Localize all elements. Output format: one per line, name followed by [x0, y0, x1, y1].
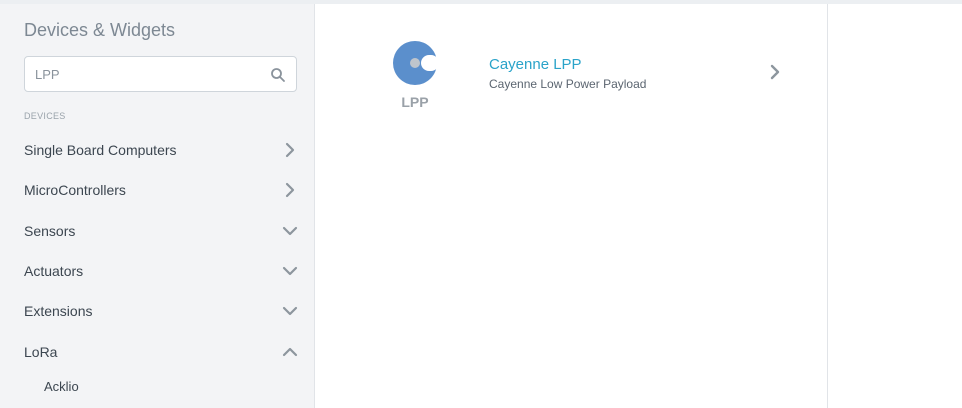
sidebar-item-label: Extensions: [24, 303, 93, 319]
sidebar-title: Devices & Widgets: [24, 20, 176, 40]
cayenne-logo-icon: LPP: [393, 41, 439, 110]
sidebar-item-label: MicroControllers: [24, 182, 126, 198]
sidebar-item-label: Sensors: [24, 223, 76, 239]
sidebar: Devices & Widgets DEVICES Single Board C…: [0, 4, 315, 408]
search-box[interactable]: [24, 56, 297, 92]
result-title[interactable]: Cayenne LPP: [489, 56, 582, 73]
sidebar-item-extensions[interactable]: Extensions: [0, 291, 314, 331]
sidebar-subitem-label: Acklio: [44, 379, 79, 394]
chevron-down-icon: [282, 266, 298, 276]
sidebar-item-lora[interactable]: LoRa: [0, 332, 314, 372]
chevron-right-icon: [285, 142, 295, 158]
sidebar-item-single-board-computers[interactable]: Single Board Computers: [0, 130, 314, 170]
sidebar-item-actuators[interactable]: Actuators: [0, 251, 314, 291]
sidebar-item-sensors[interactable]: Sensors: [0, 211, 314, 251]
logo-text: LPP: [401, 94, 428, 110]
sidebar-item-label: Single Board Computers: [24, 142, 177, 158]
sidebar-item-microcontrollers[interactable]: MicroControllers: [0, 170, 314, 210]
result-item-cayenne-lpp[interactable]: LPP Cayenne LPP Cayenne Low Power Payloa…: [385, 36, 795, 116]
chevron-up-icon: [282, 347, 298, 357]
chevron-right-icon: [285, 182, 295, 198]
search-icon[interactable]: [270, 67, 286, 83]
sidebar-item-label: LoRa: [24, 344, 58, 360]
results-panel: LPP Cayenne LPP Cayenne Low Power Payloa…: [315, 4, 828, 408]
search-input[interactable]: [35, 65, 255, 83]
sidebar-item-label: Actuators: [24, 263, 84, 279]
result-subtitle: Cayenne Low Power Payload: [489, 77, 647, 91]
chevron-down-icon: [282, 306, 298, 316]
chevron-down-icon: [282, 226, 298, 236]
devices-section-label: DEVICES: [24, 111, 66, 121]
chevron-right-icon[interactable]: [768, 64, 782, 80]
sidebar-subitem-acklio[interactable]: Acklio: [0, 370, 314, 404]
detail-panel: [828, 4, 962, 408]
